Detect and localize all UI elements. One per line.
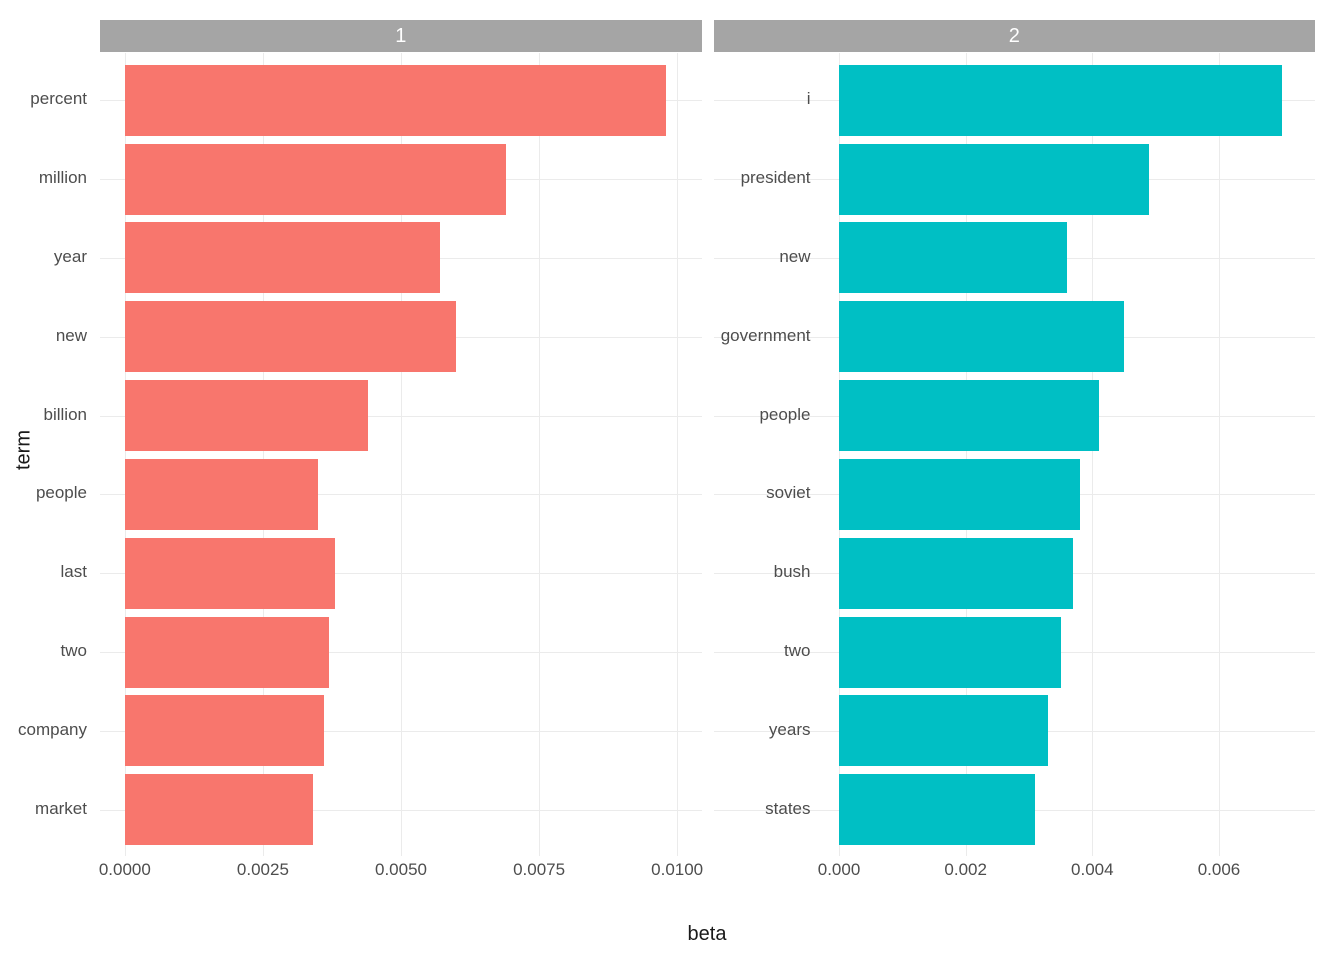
- bar: [125, 144, 506, 215]
- bar: [839, 144, 1149, 215]
- x-tick-label: 0.0075: [513, 860, 565, 880]
- y-tick-label: bush: [774, 562, 811, 582]
- y-tick-label: years: [769, 720, 811, 740]
- bar: [125, 695, 324, 766]
- bar: [125, 538, 335, 609]
- x-axis-label: beta: [688, 923, 727, 946]
- bar: [839, 695, 1048, 766]
- facet-1-strip: 1: [100, 20, 702, 53]
- y-tick-label: soviet: [766, 483, 810, 503]
- x-tick-label: 0.006: [1198, 860, 1241, 880]
- bar: [839, 222, 1067, 293]
- x-tick-label: 0.004: [1071, 860, 1114, 880]
- bar: [839, 380, 1099, 451]
- y-tick-label: people: [36, 483, 87, 503]
- bar: [839, 459, 1080, 530]
- y-tick-label: million: [39, 168, 87, 188]
- y-tick-label: two: [61, 641, 87, 661]
- y-tick-label: company: [18, 720, 87, 740]
- y-tick-label: states: [765, 799, 810, 819]
- x-tick-label: 0.002: [944, 860, 987, 880]
- y-tick-label: i: [807, 89, 811, 109]
- bar: [839, 617, 1061, 688]
- y-tick-label: new: [56, 326, 87, 346]
- y-tick-label: president: [741, 168, 811, 188]
- bar: [839, 774, 1035, 845]
- y-tick-label: new: [779, 247, 810, 267]
- y-tick-label: last: [61, 562, 87, 582]
- x-tick-label: 0.0100: [651, 860, 703, 880]
- y-tick-label: percent: [30, 89, 87, 109]
- bar: [839, 538, 1073, 609]
- x-tick-label: 0.0025: [237, 860, 289, 880]
- x-tick-label: 0.0050: [375, 860, 427, 880]
- facet-2-y-ticks: i president new government people soviet bush t…: [714, 52, 819, 856]
- facet-1-panel: [100, 53, 702, 856]
- facet-2-strip: 2: [714, 20, 1316, 53]
- bar: [839, 301, 1124, 372]
- y-tick-label: year: [54, 247, 87, 267]
- bar: [125, 301, 456, 372]
- y-tick-label: market: [35, 799, 87, 819]
- x-tick-label: 0.0000: [99, 860, 151, 880]
- bar: [125, 617, 329, 688]
- y-tick-label: people: [759, 405, 810, 425]
- bar: [125, 459, 318, 530]
- bar: [125, 65, 666, 136]
- facet-1: 1 0.0000 0.0025 0.0050 0.0075 0.0100: [100, 20, 708, 890]
- y-tick-label: government: [721, 326, 811, 346]
- facet-2-x-axis: 0.000 0.002 0.004 0.006: [714, 856, 1316, 890]
- bar: [125, 222, 440, 293]
- bar: [125, 380, 368, 451]
- y-tick-label: billion: [44, 405, 87, 425]
- bar: [125, 774, 313, 845]
- y-tick-label: two: [784, 641, 810, 661]
- facet-1-x-axis: 0.0000 0.0025 0.0050 0.0075 0.0100: [100, 856, 702, 890]
- plot-area: 1 0.0000 0.0025 0.0050 0.0075 0.0100 2: [100, 20, 1315, 890]
- bar: [839, 65, 1282, 136]
- x-tick-label: 0.000: [818, 860, 861, 880]
- facet-1-y-ticks: percent million year new billion people last tw…: [0, 52, 95, 856]
